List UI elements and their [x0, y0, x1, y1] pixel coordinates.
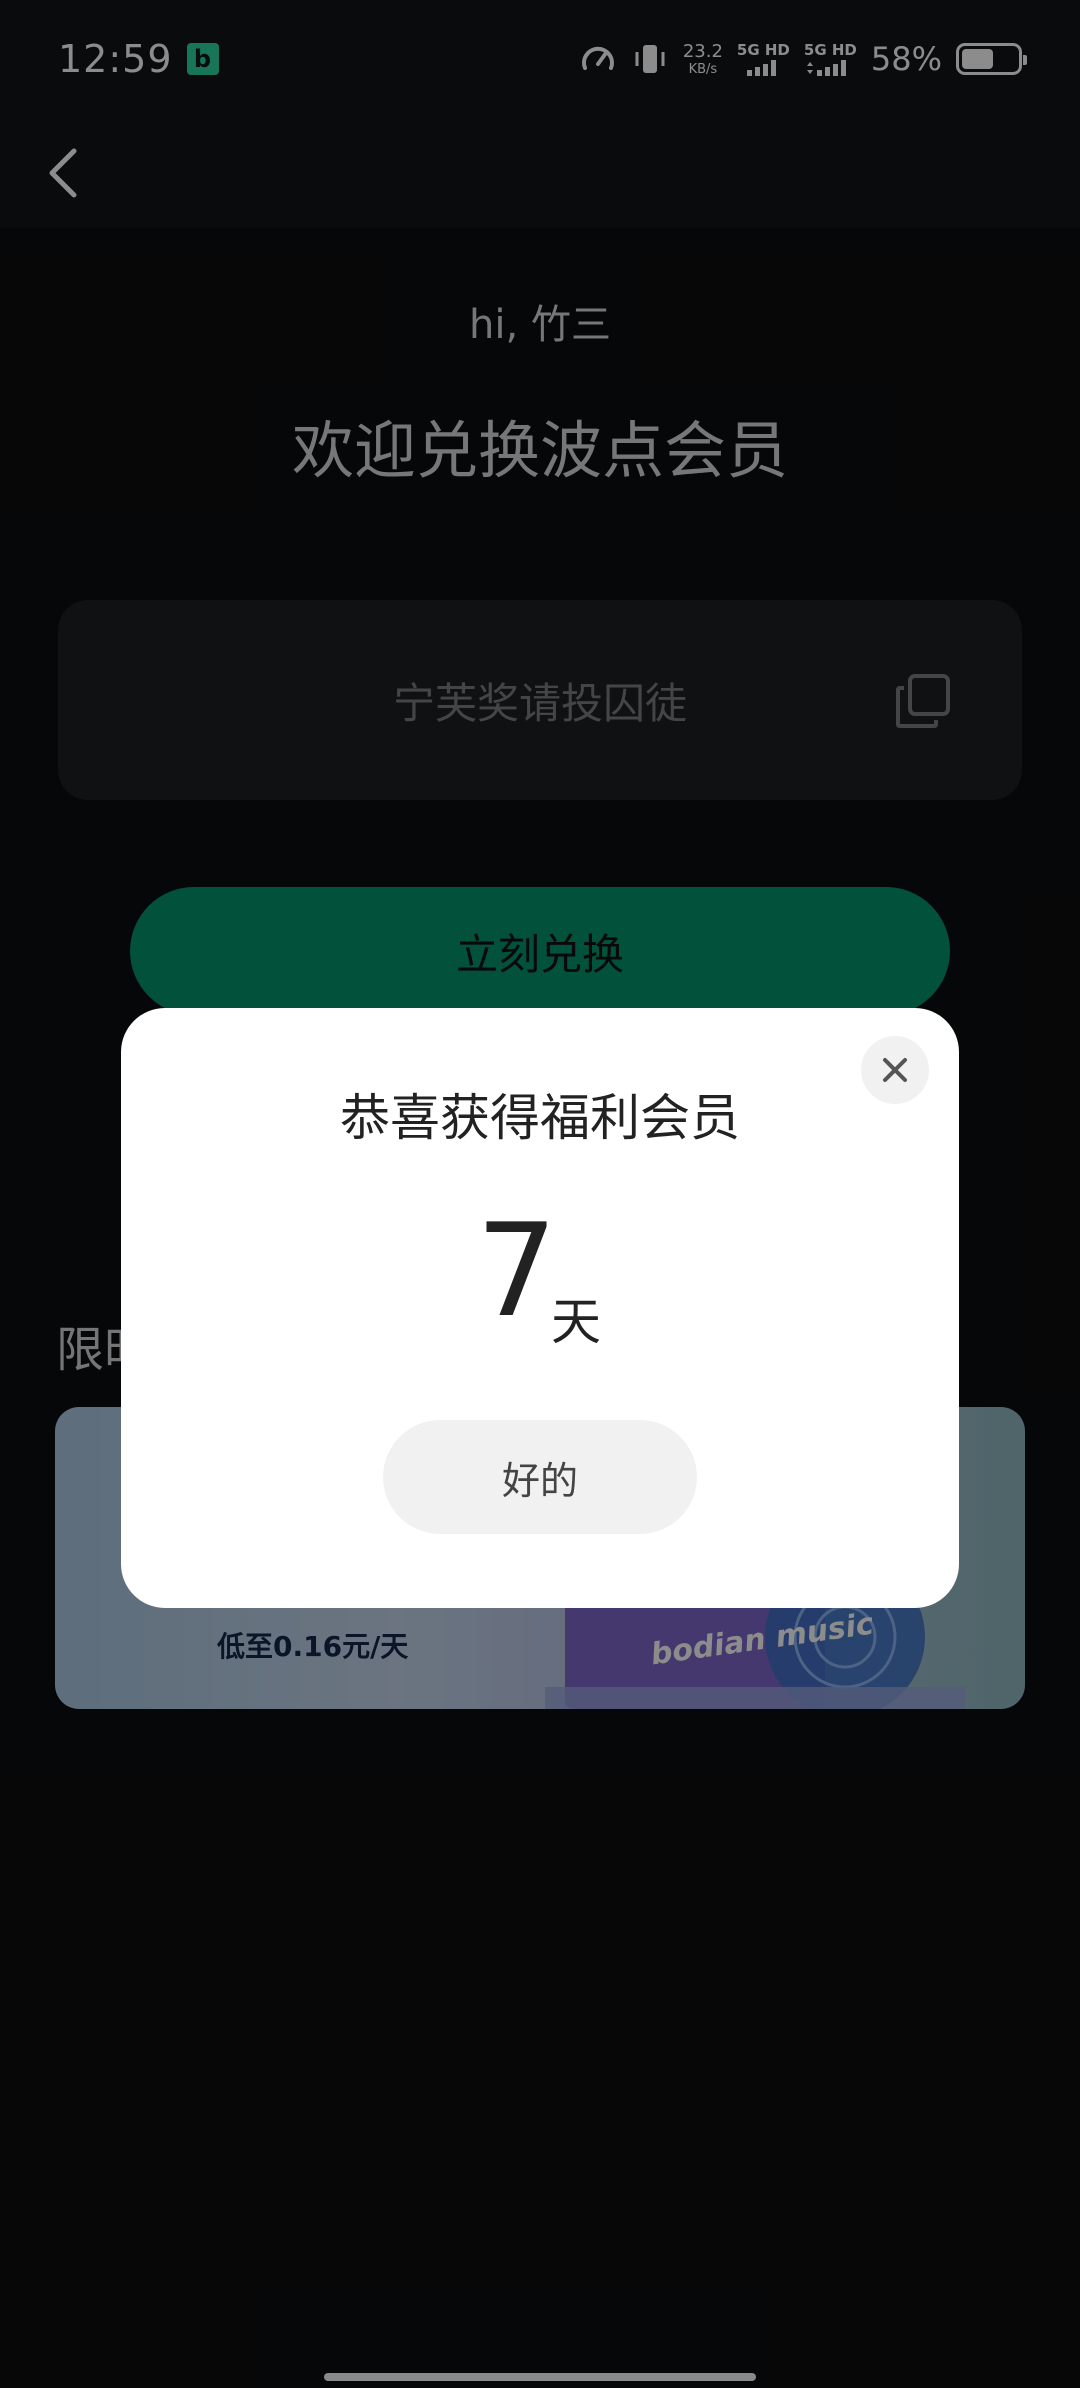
- close-button[interactable]: [861, 1036, 929, 1104]
- reward-days-number: 7: [476, 1197, 558, 1346]
- close-icon: [883, 1058, 907, 1082]
- dialog-title: 恭喜获得福利会员: [340, 1089, 740, 1147]
- reward-days-unit: 天: [551, 1293, 601, 1351]
- ok-button[interactable]: 好的: [383, 1420, 697, 1534]
- home-indicator[interactable]: [324, 2373, 756, 2381]
- reward-dialog: 恭喜获得福利会员 7 天 好的: [121, 1008, 959, 1608]
